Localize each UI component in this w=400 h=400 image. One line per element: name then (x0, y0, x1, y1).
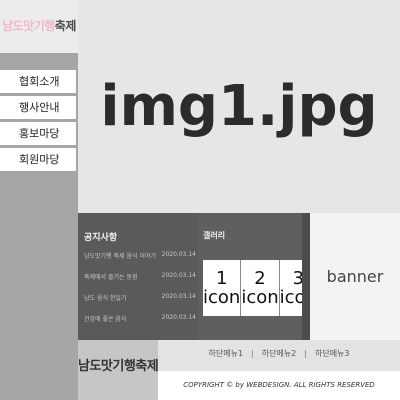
nav-item-about[interactable]: 협회소개 (0, 70, 76, 93)
gallery-icon-2[interactable]: 2 icon (240, 260, 279, 316)
gallery-icon-number: 1 (215, 268, 228, 289)
sidebar: 남도맛기행축제 협회소개 행사안내 홍보마당 회원마당 (0, 0, 78, 400)
nav-item-events[interactable]: 행사안내 (0, 96, 76, 119)
notice-board: 공지사항 남도맛기행 축제 음식 이야기 2020.03.14 축제에서 즐기는… (78, 213, 198, 340)
footer-menu-separator: | (304, 349, 307, 358)
notice-item-title: 남도맛기행 축제 음식 이야기 (84, 253, 156, 260)
site-logo[interactable]: 남도맛기행축제 (0, 0, 78, 53)
gallery: 갤러리 1 icon 2 icon 3 icon (198, 213, 317, 340)
copyright-text: COPYRIGHT © by WEBDESIGN. ALL RIGHTS RES… (158, 371, 400, 400)
footer-logo[interactable]: 남도맛기행축제 (78, 340, 159, 400)
gallery-icon-label: icon (241, 287, 279, 308)
notice-item-date: 2020.03.14 (161, 251, 196, 258)
notice-item-title: 건강에 좋은 음식 (84, 316, 127, 323)
main-nav: 협회소개 행사안내 홍보마당 회원마당 (0, 70, 76, 174)
gallery-icon-1[interactable]: 1 icon (203, 260, 241, 316)
notice-item-title: 축제에서 즐기는 동정 (84, 274, 138, 281)
banner[interactable]: banner (310, 213, 400, 340)
notice-item-date: 2020.03.14 (161, 272, 196, 279)
gallery-title[interactable]: 갤러리 (203, 230, 225, 241)
footer-menu-item-2[interactable]: 하단메뉴2 (262, 349, 297, 358)
hero-image: img1.jpg (78, 0, 400, 213)
logo-text-main: 남도맛기행 (2, 19, 55, 33)
footer-menu-item-3[interactable]: 하단메뉴3 (315, 349, 350, 358)
notice-row[interactable]: 남도맛기행 축제 음식 이야기 2020.03.14 (84, 251, 196, 263)
footer-menu-item-1[interactable]: 하단메뉴1 (209, 349, 244, 358)
nav-item-promotion[interactable]: 홍보마당 (0, 122, 76, 145)
nav-item-members[interactable]: 회원마당 (0, 148, 76, 171)
logo-text-suffix: 축제 (54, 19, 77, 33)
hero-image-label: img1.jpg (100, 74, 378, 139)
notice-item-date: 2020.03.14 (161, 314, 196, 321)
notice-row[interactable]: 건강에 좋은 음식 2020.03.14 (84, 314, 196, 326)
gallery-icon-label: icon (203, 287, 241, 308)
notice-item-date: 2020.03.14 (161, 293, 196, 300)
gallery-icons: 1 icon 2 icon 3 icon (203, 260, 317, 316)
notice-item-title: 남도 음식 한일기 (84, 295, 127, 302)
gallery-icon-number: 2 (254, 268, 266, 289)
notice-title[interactable]: 공지사항 (84, 230, 117, 243)
footer-nav: 하단메뉴1 | 하단메뉴2 | 하단메뉴3 (158, 340, 400, 371)
notice-row[interactable]: 축제에서 즐기는 동정 2020.03.14 (84, 272, 196, 284)
footer-menu-separator: | (251, 349, 254, 358)
section-divider (302, 213, 310, 340)
banner-label: banner (326, 267, 384, 286)
notice-row[interactable]: 남도 음식 한일기 2020.03.14 (84, 293, 196, 305)
